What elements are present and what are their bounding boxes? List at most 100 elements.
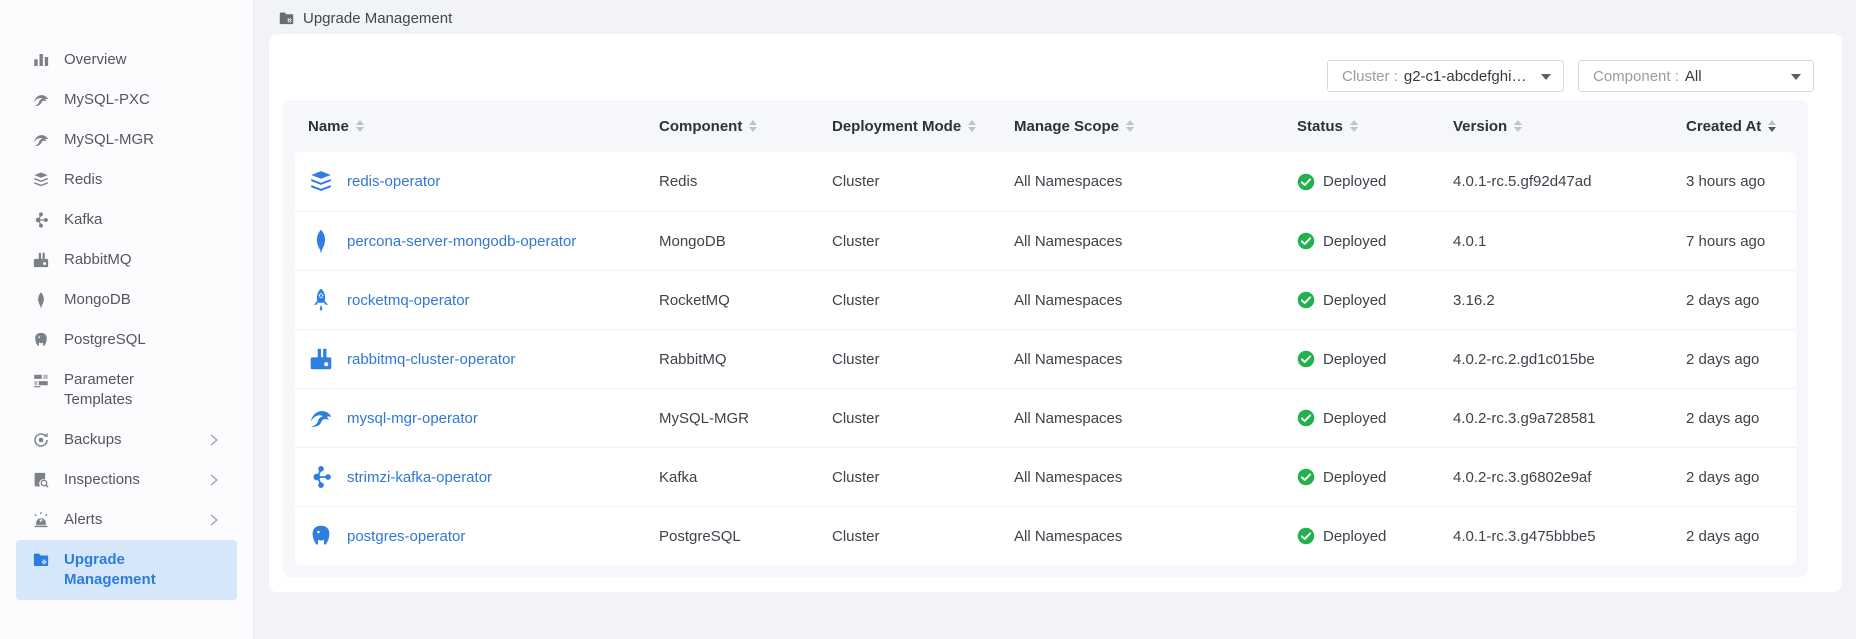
chevron-right-icon [207,513,221,527]
mongodb-icon [32,291,50,309]
mysql-icon [32,131,50,149]
sort-icon[interactable] [356,120,364,132]
status-label: Deployed [1323,233,1386,250]
mysql-icon [32,91,50,109]
operator-name-link[interactable]: redis-operator [347,173,440,190]
manage-scope-cell: All Namespaces [1014,351,1297,368]
created-at-cell: 2 days ago [1686,292,1783,309]
deployed-check-icon [1297,468,1315,486]
table-row: rabbitmq-cluster-operator RabbitMQ Clust… [295,329,1796,388]
component-cell: MongoDB [659,233,832,250]
table-row: postgres-operator PostgreSQL Cluster All… [295,506,1796,565]
version-cell: 3.16.2 [1453,292,1686,309]
manage-scope-cell: All Namespaces [1014,233,1297,250]
operator-name-link[interactable]: strimzi-kafka-operator [347,469,492,486]
sidebar-item-redis[interactable]: Redis [16,160,237,200]
sidebar-item-mysql-mgr[interactable]: MySQL-MGR [16,120,237,160]
column-header-component: Component [659,118,832,135]
sidebar-item-label: Alerts [64,510,192,530]
sort-icon[interactable] [968,120,976,132]
column-header-name: Name [308,118,659,135]
operators-table: Name Component Deployment Mode Manage Sc… [283,100,1808,577]
sidebar-item-mongodb[interactable]: MongoDB [16,280,237,320]
table-row: redis-operator Redis Cluster All Namespa… [295,152,1796,211]
sidebar-item-postgresql[interactable]: PostgreSQL [16,320,237,360]
deployment-mode-cell: Cluster [832,351,1014,368]
manage-scope-cell: All Namespaces [1014,410,1297,427]
status-cell: Deployed [1297,468,1453,486]
overview-icon [32,51,50,69]
column-header-deployment-mode: Deployment Mode [832,118,1014,135]
component-cell: RabbitMQ [659,351,832,368]
operator-name-link[interactable]: rabbitmq-cluster-operator [347,351,515,368]
sort-icon[interactable] [1350,120,1358,132]
component-cell: Redis [659,173,832,190]
cluster-select-value: g2-c1-abcdefghijklm... [1404,68,1529,85]
operator-name-link[interactable]: percona-server-mongodb-operator [347,233,576,250]
version-cell: 4.0.1-rc.5.gf92d47ad [1453,173,1686,190]
deployment-mode-cell: Cluster [832,528,1014,545]
postgresql-icon [32,331,50,349]
created-at-cell: 3 hours ago [1686,173,1783,190]
status-label: Deployed [1323,292,1386,309]
sidebar-item-parameter-templates[interactable]: Parameter Templates [16,360,237,420]
status-cell: Deployed [1297,527,1453,545]
main-panel: Cluster : g2-c1-abcdefghijklm... Compone… [269,34,1842,592]
cluster-select-label: Cluster : [1342,68,1398,85]
deployed-check-icon [1297,232,1315,250]
created-at-cell: 2 days ago [1686,410,1783,427]
redis-icon [32,171,50,189]
chevron-right-icon [207,473,221,487]
sidebar-item-label: MySQL-PXC [64,90,192,110]
column-header-created-at: Created At [1686,118,1783,135]
redis-icon [308,169,334,195]
inspections-icon [32,471,50,489]
sort-icon[interactable] [1768,120,1776,132]
kafka-icon [32,211,50,229]
caret-down-icon [1541,74,1551,80]
sidebar-item-label: Redis [64,170,192,190]
sidebar-item-label: Overview [64,50,192,70]
status-cell: Deployed [1297,232,1453,250]
version-cell: 4.0.2-rc.2.gd1c015be [1453,351,1686,368]
deployment-mode-cell: Cluster [832,173,1014,190]
table-body: redis-operator Redis Cluster All Namespa… [295,152,1796,565]
version-cell: 4.0.2-rc.3.g9a728581 [1453,410,1686,427]
sidebar-item-inspections[interactable]: Inspections [16,460,237,500]
component-cell: PostgreSQL [659,528,832,545]
operator-name-link[interactable]: postgres-operator [347,528,465,545]
operator-name-link[interactable]: mysql-mgr-operator [347,410,478,427]
component-cell: RocketMQ [659,292,832,309]
sidebar-item-overview[interactable]: Overview [16,40,237,80]
sidebar-item-upgrade-management[interactable]: Upgrade Management [16,540,237,600]
sort-icon[interactable] [1126,120,1134,132]
postgresql-icon [308,523,334,549]
component-select[interactable]: Component : All [1578,60,1814,92]
status-cell: Deployed [1297,350,1453,368]
sidebar-item-kafka[interactable]: Kafka [16,200,237,240]
component-cell: Kafka [659,469,832,486]
sidebar-item-label: Kafka [64,210,192,230]
sort-icon[interactable] [749,120,757,132]
operator-name-link[interactable]: rocketmq-operator [347,292,470,309]
upgrade-icon [32,551,50,569]
chevron-right-icon [207,433,221,447]
sidebar-item-backups[interactable]: Backups [16,420,237,460]
sidebar-item-mysql-pxc[interactable]: MySQL-PXC [16,80,237,120]
deployed-check-icon [1297,291,1315,309]
manage-scope-cell: All Namespaces [1014,173,1297,190]
deployed-check-icon [1297,173,1315,191]
sidebar-item-alerts[interactable]: Alerts [16,500,237,540]
cluster-select[interactable]: Cluster : g2-c1-abcdefghijklm... [1327,60,1564,92]
manage-scope-cell: All Namespaces [1014,469,1297,486]
sidebar-item-rabbitmq[interactable]: RabbitMQ [16,240,237,280]
sidebar-item-label: Upgrade Management [64,550,192,590]
status-label: Deployed [1323,469,1386,486]
rabbitmq-icon [308,346,334,372]
version-cell: 4.0.1-rc.3.g475bbbe5 [1453,528,1686,545]
sort-icon[interactable] [1514,120,1522,132]
component-cell: MySQL-MGR [659,410,832,427]
component-select-label: Component : [1593,68,1679,85]
table-header-row: Name Component Deployment Mode Manage Sc… [283,100,1808,152]
kafka-icon [308,464,334,490]
